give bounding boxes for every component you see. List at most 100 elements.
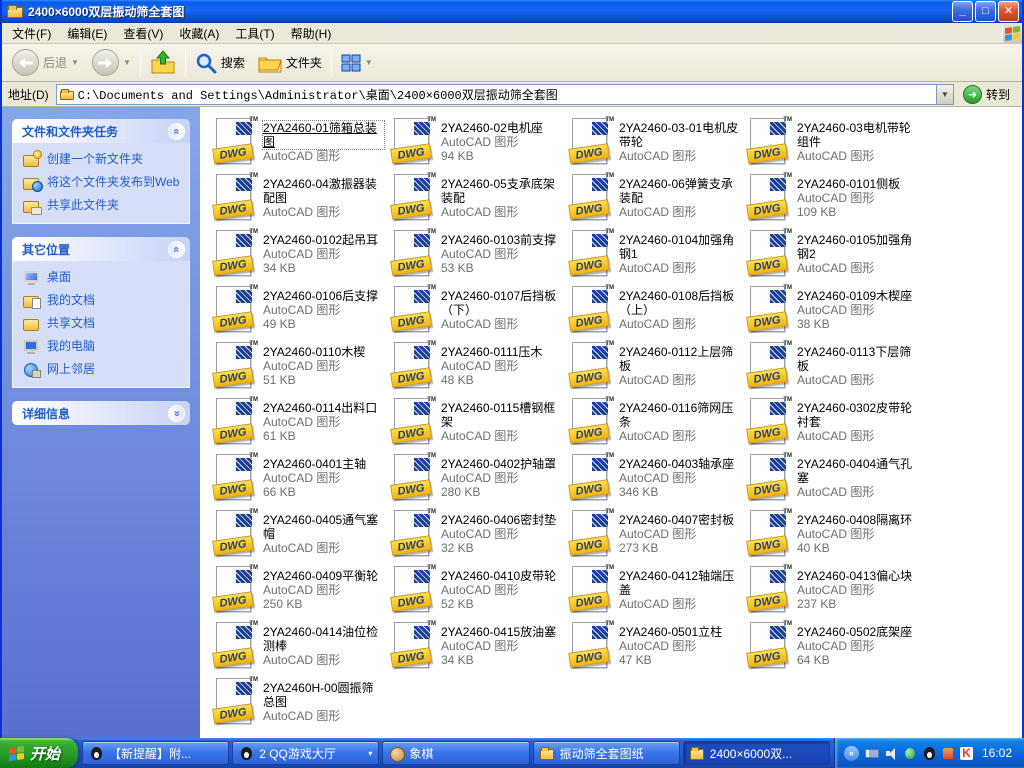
taskbar-task[interactable]: 2400×6000双... bbox=[682, 741, 830, 765]
file-tile[interactable]: TM DWG 2YA2460-05支承底架装配 AutoCAD 图形 bbox=[386, 170, 564, 226]
sidebar-item[interactable]: 将这个文件夹发布到Web bbox=[23, 175, 185, 192]
file-tile[interactable]: TM DWG 2YA2460-06弹簧支承装配 AutoCAD 图形 bbox=[564, 170, 742, 226]
file-tile[interactable]: TM DWG 2YA2460-0413偏心块 AutoCAD 图形 237 KB bbox=[742, 562, 920, 618]
file-tile[interactable]: TM DWG 2YA2460-0406密封垫 AutoCAD 图形 32 KB bbox=[386, 506, 564, 562]
panel-header[interactable]: 其它位置 « bbox=[12, 237, 190, 261]
chevron-down-icon[interactable]: « bbox=[168, 404, 185, 422]
minimize-button[interactable]: _ bbox=[952, 1, 973, 22]
taskbar-task[interactable]: 象棋 bbox=[382, 741, 530, 765]
forward-button[interactable]: ▼ bbox=[88, 47, 135, 78]
file-tile[interactable]: TM DWG 2YA2460-0410皮带轮 AutoCAD 图形 52 KB bbox=[386, 562, 564, 618]
go-button[interactable]: ➜ 转到 bbox=[959, 84, 1018, 104]
volume-icon[interactable] bbox=[884, 747, 898, 760]
sidebar-item[interactable]: 共享文档 bbox=[23, 316, 185, 331]
file-tile[interactable]: TM DWG 2YA2460-0405通气塞帽 AutoCAD 图形 bbox=[208, 506, 386, 562]
folders-button[interactable]: 文件夹 bbox=[254, 51, 326, 75]
taskbar-task[interactable]: 振动筛全套图纸 bbox=[532, 741, 680, 765]
file-tile[interactable]: TM DWG 2YA2460-0102起吊耳 AutoCAD 图形 34 KB bbox=[208, 226, 386, 282]
file-info: 2YA2460-0403轴承座 AutoCAD 图形 346 KB bbox=[619, 457, 740, 499]
chevron-up-icon[interactable]: « bbox=[168, 240, 185, 258]
file-tile[interactable]: TM DWG 2YA2460-0409平衡轮 AutoCAD 图形 250 KB bbox=[208, 562, 386, 618]
sidebar-item[interactable]: 桌面 bbox=[23, 270, 185, 285]
start-button[interactable]: 开始 bbox=[0, 738, 79, 768]
qq-icon[interactable] bbox=[922, 746, 936, 760]
file-type: AutoCAD 图形 bbox=[263, 653, 341, 667]
file-tile[interactable]: TM DWG 2YA2460-04激振器装配图 AutoCAD 图形 bbox=[208, 170, 386, 226]
file-tile[interactable]: TM DWG 2YA2460-03电机带轮组件 AutoCAD 图形 bbox=[742, 114, 920, 170]
file-tile[interactable]: TM DWG 2YA2460-0114出料口 AutoCAD 图形 61 KB bbox=[208, 394, 386, 450]
file-tile[interactable]: TM DWG 2YA2460-0403轴承座 AutoCAD 图形 346 KB bbox=[564, 450, 742, 506]
file-tile[interactable]: TM DWG 2YA2460-0104加强角钢1 AutoCAD 图形 bbox=[564, 226, 742, 282]
file-tile[interactable]: TM DWG 2YA2460-0116筛网压条 AutoCAD 图形 bbox=[564, 394, 742, 450]
close-button[interactable]: ✕ bbox=[998, 1, 1019, 22]
back-dropdown-icon[interactable]: ▼ bbox=[71, 58, 79, 67]
file-tile[interactable]: TM DWG 2YA2460-0108后挡板（上） AutoCAD 图形 bbox=[564, 282, 742, 338]
sidebar-item[interactable]: 网上邻居 bbox=[23, 362, 185, 378]
maximize-button[interactable]: □ bbox=[975, 1, 996, 22]
file-name: 2YA2460-0502底架座 bbox=[797, 625, 913, 639]
menu-item-3[interactable]: 收藏(A) bbox=[171, 23, 227, 44]
file-type: AutoCAD 图形 bbox=[263, 303, 341, 317]
address-input[interactable]: C:\Documents and Settings\Administrator\… bbox=[55, 83, 954, 105]
file-tile[interactable]: TM DWG 2YA2460-0407密封板 AutoCAD 图形 273 KB bbox=[564, 506, 742, 562]
back-button[interactable]: 后退 ▼ bbox=[8, 47, 83, 78]
menu-item-4[interactable]: 工具(T) bbox=[227, 23, 282, 44]
file-tile[interactable]: TM DWG 2YA2460H-00圆振筛总图 AutoCAD 图形 bbox=[208, 674, 386, 730]
file-size: 61 KB bbox=[263, 429, 296, 443]
file-tile[interactable]: TM DWG 2YA2460-03-01电机皮带轮 AutoCAD 图形 bbox=[564, 114, 742, 170]
taskbar-task[interactable]: 【新提醒】附... bbox=[82, 741, 230, 765]
hide-icons-chevron-icon[interactable]: « bbox=[843, 745, 859, 761]
file-size: 273 KB bbox=[619, 541, 659, 555]
sidebar-item[interactable]: 我的文档 bbox=[23, 293, 185, 309]
chevron-up-icon[interactable]: « bbox=[168, 122, 185, 140]
file-tile[interactable]: TM DWG 2YA2460-0502底架座 AutoCAD 图形 64 KB bbox=[742, 618, 920, 674]
sidebar-item[interactable]: 共享此文件夹 bbox=[23, 198, 185, 215]
file-tile[interactable]: TM DWG 2YA2460-0302皮带轮衬套 AutoCAD 图形 bbox=[742, 394, 920, 450]
sidebar-item[interactable]: 创建一个新文件夹 bbox=[23, 150, 185, 167]
file-tile[interactable]: TM DWG 2YA2460-0112上层筛板 AutoCAD 图形 bbox=[564, 338, 742, 394]
file-tile[interactable]: TM DWG 2YA2460-0105加强角钢2 AutoCAD 图形 bbox=[742, 226, 920, 282]
file-tile[interactable]: TM DWG 2YA2460-0401主轴 AutoCAD 图形 66 KB bbox=[208, 450, 386, 506]
menu-item-1[interactable]: 编辑(E) bbox=[59, 23, 115, 44]
file-tile[interactable]: TM DWG 2YA2460-0111压木 AutoCAD 图形 48 KB bbox=[386, 338, 564, 394]
file-tile[interactable]: TM DWG 2YA2460-0101侧板 AutoCAD 图形 109 KB bbox=[742, 170, 920, 226]
file-tile[interactable]: TM DWG 2YA2460-0115槽钢框架 AutoCAD 图形 bbox=[386, 394, 564, 450]
dwg-file-icon: TM DWG bbox=[566, 284, 614, 336]
views-button[interactable]: ▼ bbox=[337, 52, 377, 74]
panel-header[interactable]: 详细信息 « bbox=[12, 401, 190, 425]
file-tile[interactable]: TM DWG 2YA2460-0103前支撑 AutoCAD 图形 53 KB bbox=[386, 226, 564, 282]
file-tile[interactable]: TM DWG 2YA2460-0113下层筛板 AutoCAD 图形 bbox=[742, 338, 920, 394]
file-tile[interactable]: TM DWG 2YA2460-0107后挡板（下） AutoCAD 图形 bbox=[386, 282, 564, 338]
messenger-icon[interactable] bbox=[903, 747, 917, 760]
taskbar-task[interactable]: 2 QQ游戏大厅 ▾ bbox=[232, 741, 380, 765]
file-type: AutoCAD 图形 bbox=[797, 429, 875, 443]
file-tile[interactable]: TM DWG 2YA2460-0415放油塞 AutoCAD 图形 34 KB bbox=[386, 618, 564, 674]
kingsoft-icon[interactable]: K bbox=[959, 746, 973, 760]
views-dropdown-icon[interactable]: ▼ bbox=[365, 58, 373, 67]
up-button[interactable] bbox=[146, 48, 180, 78]
panel-header[interactable]: 文件和文件夹任务 « bbox=[12, 119, 190, 143]
file-tile[interactable]: TM DWG 2YA2460-0412轴端压盖 AutoCAD 图形 bbox=[564, 562, 742, 618]
file-tile[interactable]: TM DWG 2YA2460-0106后支撑 AutoCAD 图形 49 KB bbox=[208, 282, 386, 338]
menu-item-2[interactable]: 查看(V) bbox=[115, 23, 171, 44]
file-tile[interactable]: TM DWG 2YA2460-0110木楔 AutoCAD 图形 51 KB bbox=[208, 338, 386, 394]
file-grid: TM DWG 2YA2460-01筛箱总装图 AutoCAD 图形 TM DWG 2YA24… bbox=[200, 107, 1022, 738]
menu-item-0[interactable]: 文件(F) bbox=[4, 23, 59, 44]
file-tile[interactable]: TM DWG 2YA2460-0109木楔座 AutoCAD 图形 38 KB bbox=[742, 282, 920, 338]
file-type: AutoCAD 图形 bbox=[263, 205, 341, 219]
file-tile[interactable]: TM DWG 2YA2460-0408隔离环 AutoCAD 图形 40 KB bbox=[742, 506, 920, 562]
file-tile[interactable]: TM DWG 2YA2460-0414油位检测棒 AutoCAD 图形 bbox=[208, 618, 386, 674]
file-tile[interactable]: TM DWG 2YA2460-02电机座 AutoCAD 图形 94 KB bbox=[386, 114, 564, 170]
dwg-file-icon: TM DWG bbox=[388, 620, 436, 672]
file-tile[interactable]: TM DWG 2YA2460-0404通气孔塞 AutoCAD 图形 bbox=[742, 450, 920, 506]
search-button[interactable]: 搜索 bbox=[191, 50, 249, 76]
menu-item-5[interactable]: 帮助(H) bbox=[283, 23, 340, 44]
forward-dropdown-icon[interactable]: ▼ bbox=[123, 58, 131, 67]
file-tile[interactable]: TM DWG 2YA2460-0402护轴罩 AutoCAD 图形 280 KB bbox=[386, 450, 564, 506]
file-tile[interactable]: TM DWG 2YA2460-01筛箱总装图 AutoCAD 图形 bbox=[208, 114, 386, 170]
security-icon[interactable] bbox=[941, 747, 955, 760]
address-dropdown-button[interactable]: ▼ bbox=[935, 84, 953, 104]
sidebar-item[interactable]: 我的电脑 bbox=[23, 339, 185, 354]
input-method-icon[interactable] bbox=[864, 747, 879, 760]
file-tile[interactable]: TM DWG 2YA2460-0501立柱 AutoCAD 图形 47 KB bbox=[564, 618, 742, 674]
